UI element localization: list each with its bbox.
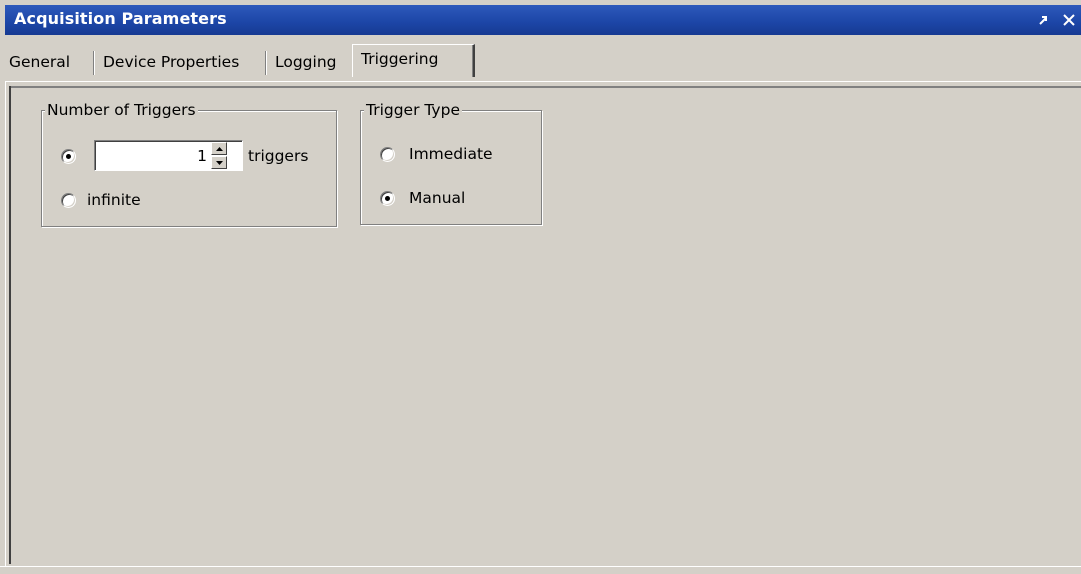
tab-label: General — [9, 53, 71, 71]
trigger-type-legend: Trigger Type — [364, 100, 462, 120]
trigger-count-radio[interactable] — [61, 149, 76, 164]
tab-strip: General Device Properties Logging Trigge… — [5, 35, 1081, 82]
tab-separator — [93, 51, 95, 75]
trigger-count-input[interactable] — [97, 143, 209, 168]
tab-label: Device Properties — [103, 53, 240, 71]
window-title: Acquisition Parameters — [14, 9, 227, 28]
spin-up-button[interactable] — [211, 142, 227, 155]
tab-device-properties[interactable]: Device Properties — [103, 48, 239, 76]
immediate-label: Immediate — [409, 145, 493, 163]
trigger-type-group: Trigger Type Immediate Manual — [360, 100, 542, 225]
trigger-count-spinbox[interactable] — [94, 140, 243, 171]
panel-bevel-left — [9, 86, 11, 564]
triggers-unit-label: triggers — [248, 147, 309, 165]
undock-button[interactable] — [1033, 10, 1053, 30]
spin-down-button[interactable] — [211, 156, 227, 169]
close-button[interactable] — [1059, 10, 1079, 30]
tab-logging[interactable]: Logging — [275, 48, 337, 76]
immediate-radio[interactable] — [380, 147, 395, 162]
triggering-panel: Number of Triggers triggers infinite Tri… — [5, 81, 1081, 568]
acquisition-parameters-window: Acquisition Parameters General Device Pr… — [0, 0, 1081, 574]
radio-selected-dot — [66, 154, 71, 159]
tab-label: Logging — [275, 53, 337, 71]
spin-down-arrow-icon — [215, 160, 223, 165]
panel-bevel-top — [9, 86, 1081, 88]
infinite-radio[interactable] — [61, 193, 76, 208]
close-icon — [1063, 14, 1075, 26]
radio-selected-dot — [385, 196, 390, 201]
number-of-triggers-group: Number of Triggers triggers infinite — [41, 100, 337, 227]
number-of-triggers-legend: Number of Triggers — [45, 100, 198, 120]
infinite-label: infinite — [87, 191, 141, 209]
tab-separator — [265, 51, 267, 75]
manual-label: Manual — [409, 189, 466, 207]
undock-arrow-icon — [1039, 16, 1047, 25]
tab-general[interactable]: General — [9, 48, 70, 76]
spin-up-arrow-icon — [215, 146, 223, 151]
tab-triggering[interactable]: Triggering — [352, 44, 475, 77]
manual-radio[interactable] — [380, 191, 395, 206]
title-bar[interactable]: Acquisition Parameters — [5, 5, 1081, 35]
tab-label: Triggering — [361, 50, 439, 68]
